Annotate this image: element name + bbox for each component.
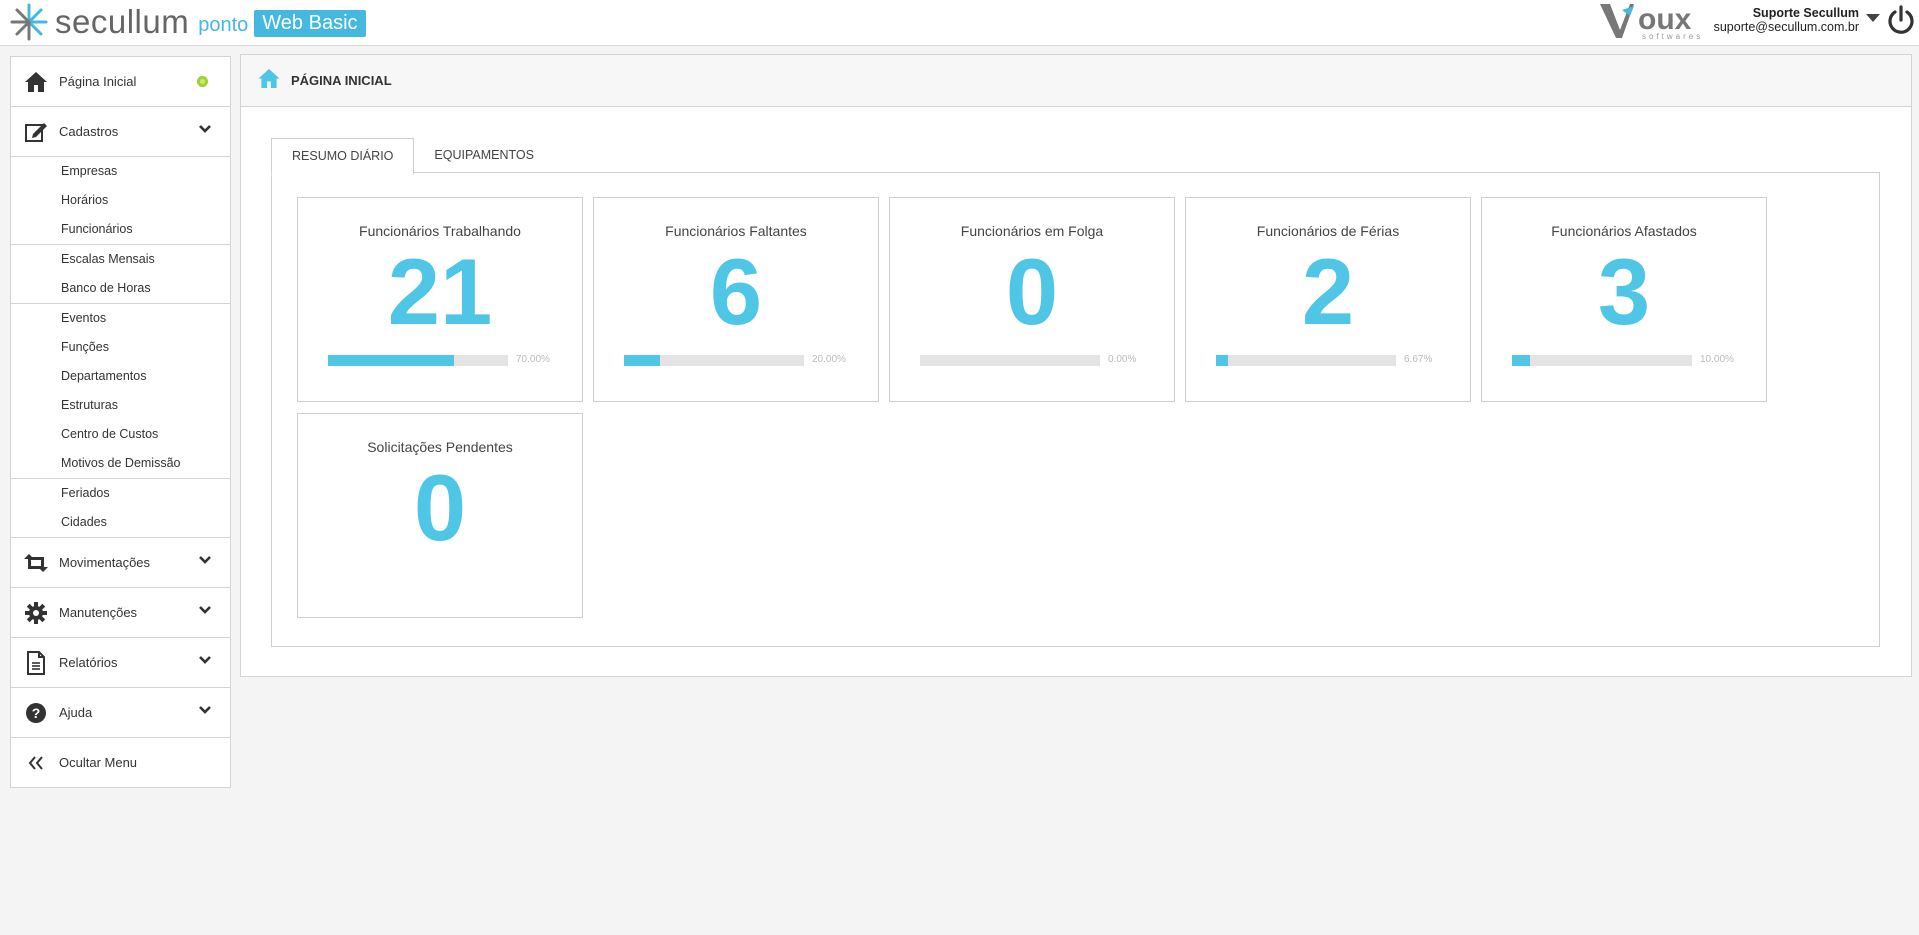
chevron-down-icon [199, 606, 211, 614]
card-title: Funcionários Faltantes [665, 223, 807, 239]
progress-fill [624, 355, 660, 366]
card-value: 2 [1301, 239, 1355, 344]
card-value: 0 [1005, 239, 1059, 344]
card-title: Funcionários em Folga [960, 223, 1104, 239]
progress-percent: 6.67% [1404, 354, 1433, 365]
submenu-item-empresas[interactable]: Empresas [11, 157, 230, 186]
submenu-item-escalas-mensais[interactable]: Escalas Mensais [11, 244, 230, 274]
home-icon [23, 69, 49, 95]
sidebar-item-label: Relatórios [59, 655, 118, 670]
brand-ponto: ponto [198, 13, 249, 36]
progress-bar [1512, 355, 1692, 366]
card-funcionarios-de-ferias[interactable]: Funcionários de Férias 2 6.67% [1185, 197, 1471, 402]
user-info[interactable]: Suporte Secullum suporte@secullum.com.br [1714, 6, 1859, 34]
card-funcionarios-faltantes[interactable]: Funcionários Faltantes 6 20.00% [593, 197, 879, 402]
sidebar-item-label: Movimentações [59, 555, 151, 570]
submenu-item-eventos[interactable]: Eventos [11, 303, 230, 333]
progress-percent: 0.00% [1108, 354, 1137, 365]
progress-fill [1216, 355, 1228, 366]
chevron-down-icon [199, 125, 211, 133]
progress-percent: 10.00% [1700, 354, 1734, 365]
secullum-logo-icon [10, 3, 48, 41]
brand[interactable]: secullum ponto Web Basic [9, 3, 366, 41]
gear-icon [23, 600, 49, 626]
sidebar-item-cadastros[interactable]: Cadastros [11, 107, 230, 157]
tab-resumo-diario[interactable]: RESUMO DIÁRIO [271, 138, 415, 175]
card-title: Solicitações Pendentes [367, 439, 513, 455]
progress-bar [624, 355, 804, 366]
tab-equipamentos[interactable]: EQUIPAMENTOS [414, 138, 554, 173]
progress-bar [920, 355, 1100, 366]
chevron-down-icon [199, 656, 211, 664]
sidebar-item-label: Ocultar Menu [59, 755, 138, 770]
submenu-item-estruturas[interactable]: Estruturas [11, 391, 230, 420]
progress-fill [328, 355, 454, 366]
card-value: 6 [709, 239, 763, 344]
card-title: Funcionários de Férias [1256, 223, 1400, 239]
card-solicitacoes-pendentes[interactable]: Solicitações Pendentes 0 [297, 413, 583, 618]
retweet-icon [23, 550, 49, 576]
document-icon [23, 650, 49, 676]
tab-panel-resumo-diario: Funcionários Trabalhando 21 70.00% Funci… [271, 172, 1880, 647]
submenu-item-departamentos[interactable]: Departamentos [11, 362, 230, 391]
caret-down-icon[interactable] [1866, 14, 1880, 23]
page-header: PÁGINA INICIAL [241, 55, 1911, 107]
sidebar: Página Inicial Cadastros Empresas Horári… [10, 56, 231, 788]
progress-bar [328, 355, 508, 366]
progress-percent: 70.00% [516, 354, 550, 365]
card-title: Funcionários Trabalhando [359, 223, 521, 239]
voux-logo: oux softwares [1600, 3, 1703, 41]
sidebar-item-manutencoes[interactable]: Manutenções [11, 588, 230, 638]
progress-fill [1512, 355, 1530, 366]
edit-icon [23, 119, 49, 145]
progress-percent: 20.00% [812, 354, 846, 365]
sidebar-item-label: Ajuda [59, 705, 93, 720]
submenu-item-centro-de-custos[interactable]: Centro de Custos [11, 420, 230, 449]
card-title: Funcionários Afastados [1551, 223, 1697, 239]
sidebar-item-movimentacoes[interactable]: Movimentações [11, 538, 230, 588]
sidebar-item-ajuda[interactable]: ? Ajuda [11, 688, 230, 738]
home-icon [257, 68, 281, 94]
sidebar-item-home[interactable]: Página Inicial [11, 57, 230, 107]
status-dot [197, 76, 208, 87]
top-bar: secullum ponto Web Basic oux softwares S… [0, 0, 1919, 46]
card-value: 0 [413, 455, 467, 560]
card-funcionarios-trabalhando[interactable]: Funcionários Trabalhando 21 70.00% [297, 197, 583, 402]
submenu-item-horarios[interactable]: Horários [11, 186, 230, 215]
submenu-item-cidades[interactable]: Cidades [11, 508, 230, 537]
tab-bar: RESUMO DIÁRIO EQUIPAMENTOS [271, 138, 554, 175]
main-panel: PÁGINA INICIAL RESUMO DIÁRIO EQUIPAMENTO… [240, 54, 1912, 677]
card-value: 21 [387, 239, 493, 344]
sidebar-item-label: Manutenções [59, 605, 138, 620]
sidebar-item-ocultar-menu[interactable]: Ocultar Menu [11, 738, 230, 787]
card-funcionarios-em-folga[interactable]: Funcionários em Folga 0 0.00% [889, 197, 1175, 402]
chevron-down-icon [199, 706, 211, 714]
user-email: suporte@secullum.com.br [1713, 20, 1859, 34]
progress-bar [1216, 355, 1396, 366]
sidebar-item-label: Página Inicial [59, 74, 137, 89]
user-name: Suporte Secullum [1752, 6, 1859, 20]
card-value: 3 [1597, 239, 1651, 344]
brand-badge: Web Basic [254, 9, 366, 37]
power-icon[interactable] [1887, 5, 1915, 35]
sidebar-item-relatorios[interactable]: Relatórios [11, 638, 230, 688]
page-title: PÁGINA INICIAL [291, 73, 392, 88]
double-chevron-left-icon [23, 750, 49, 776]
svg-text:softwares: softwares [1642, 32, 1703, 41]
chevron-down-icon [199, 556, 211, 564]
submenu-item-banco-de-horas[interactable]: Banco de Horas [11, 274, 230, 303]
svg-text:?: ? [32, 705, 41, 721]
submenu-item-feriados[interactable]: Feriados [11, 478, 230, 508]
sidebar-item-label: Cadastros [59, 124, 119, 139]
brand-name: secullum [55, 3, 190, 40]
submenu-item-funcoes[interactable]: Funções [11, 333, 230, 362]
cadastros-submenu: Empresas Horários Funcionários Escalas M… [11, 157, 230, 538]
card-funcionarios-afastados[interactable]: Funcionários Afastados 3 10.00% [1481, 197, 1767, 402]
submenu-item-motivos-de-demissao[interactable]: Motivos de Demissão [11, 449, 230, 478]
submenu-item-funcionarios[interactable]: Funcionários [11, 215, 230, 244]
question-icon: ? [23, 700, 49, 726]
